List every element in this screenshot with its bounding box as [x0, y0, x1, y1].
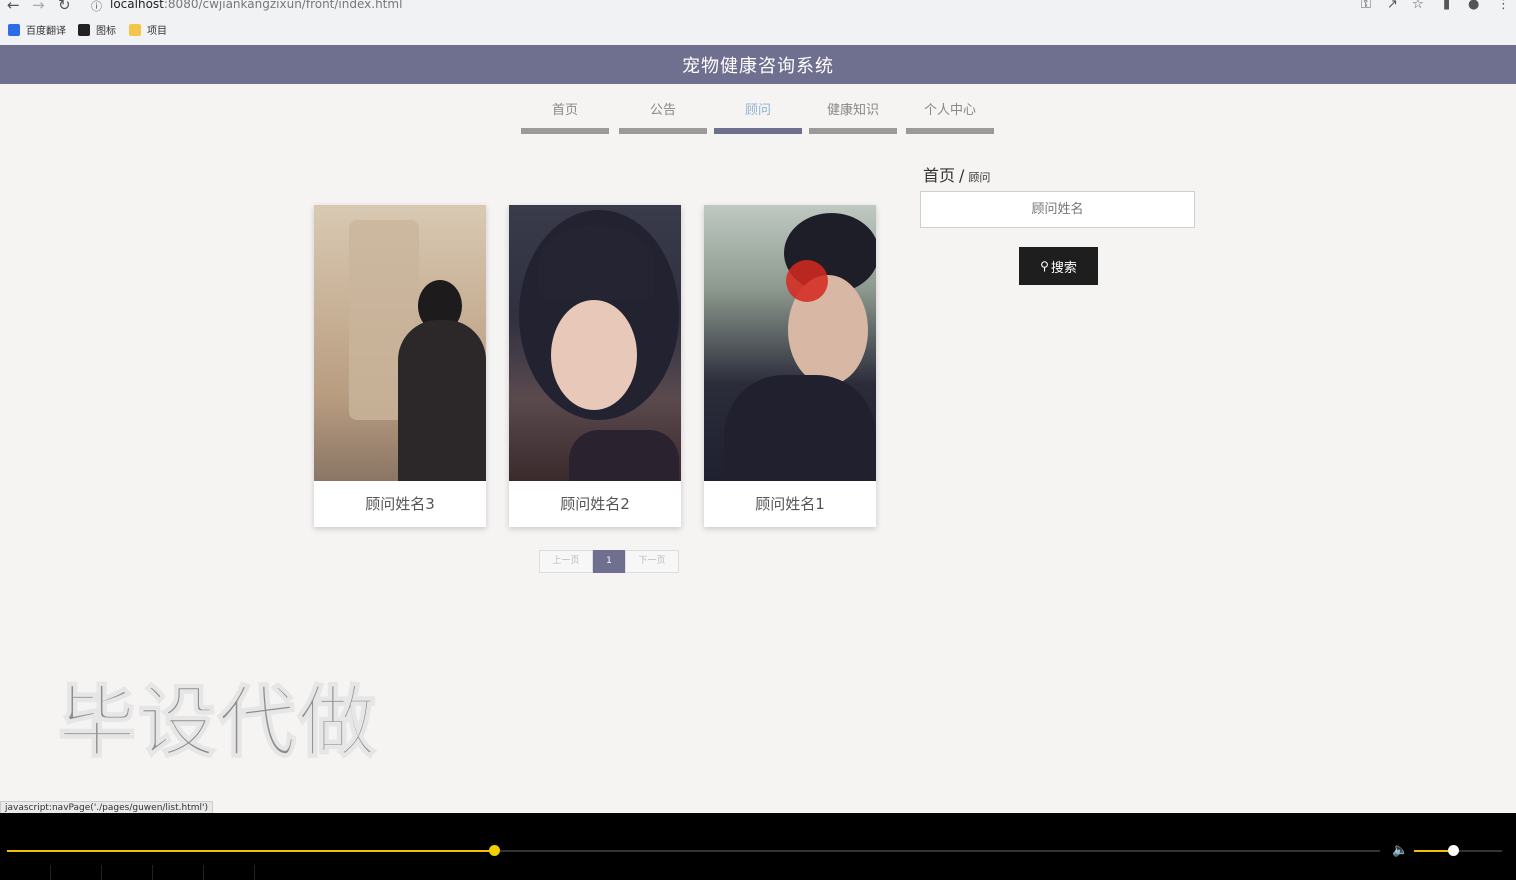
search-button[interactable]: ⚲ 搜索 [1019, 247, 1098, 285]
consultant-card[interactable]: 顾问姓名2 [509, 205, 681, 527]
back-icon[interactable]: ← [7, 0, 20, 14]
site-info-icon[interactable]: ⓘ [91, 0, 102, 14]
share-icon[interactable]: ↗ [1387, 0, 1398, 12]
bookmarks-bar: 百度翻译 图标 项目 [0, 20, 1516, 40]
cursor-highlight [786, 260, 828, 302]
nav-item-health[interactable]: 健康知识 [809, 100, 897, 134]
nav-underline [521, 128, 609, 134]
bookmark-label: 百度翻译 [26, 26, 66, 37]
pagination: 上一页 1 下一页 [539, 550, 679, 573]
menu-icon[interactable]: ⋮ [1497, 0, 1510, 12]
image-icon [78, 23, 90, 36]
control-button[interactable] [0, 865, 51, 880]
nav-underline [906, 128, 994, 134]
consultant-photo[interactable] [509, 205, 681, 481]
search-icon: ⚲ [1040, 259, 1049, 273]
reload-icon[interactable]: ↻ [58, 0, 71, 14]
control-button[interactable] [153, 865, 204, 880]
site-header: 宠物健康咨询系统 [0, 45, 1516, 84]
control-button[interactable] [102, 865, 153, 880]
consultant-card[interactable]: 顾问姓名1 [704, 205, 876, 527]
address-bar[interactable]: ← → ↻ ⓘ localhost:8080/cwjiankangzixun/f… [0, 0, 1516, 14]
seek-handle[interactable] [489, 845, 501, 856]
forward-icon[interactable]: → [32, 0, 45, 14]
consultant-card[interactable]: 顾问姓名3 [314, 205, 486, 527]
breadcrumb-separator: / [959, 166, 965, 185]
consultant-name[interactable]: 顾问姓名3 [314, 481, 486, 527]
profile-icon[interactable]: ● [1468, 0, 1479, 12]
consultant-name[interactable]: 顾问姓名2 [509, 481, 681, 527]
player-controls [0, 865, 1516, 880]
nav-item-home[interactable]: 首页 [521, 100, 609, 134]
site-title: 宠物健康咨询系统 [682, 55, 834, 77]
nav-underline [714, 128, 802, 134]
prev-page-button[interactable]: 上一页 [539, 550, 593, 573]
consultant-photo[interactable] [704, 205, 876, 481]
nav-label: 个人中心 [923, 103, 976, 118]
key-icon[interactable]: ⚿ [1361, 0, 1371, 12]
bookmark-translate[interactable]: 百度翻译 [8, 22, 66, 37]
breadcrumb-home[interactable]: 首页 [923, 166, 955, 185]
consultant-photo[interactable] [314, 205, 486, 481]
consultant-name[interactable]: 顾问姓名1 [704, 481, 876, 527]
volume-slider[interactable] [1414, 845, 1502, 856]
bookmark-label: 项目 [147, 26, 167, 37]
volume-handle[interactable] [1447, 845, 1459, 856]
breadcrumb-current: 顾问 [968, 171, 991, 184]
control-button[interactable] [204, 865, 255, 880]
nav-underline [619, 128, 707, 134]
main-nav: 首页 公告 顾问 健康知识 个人中心 [0, 100, 1516, 136]
watermark: 毕设代做 [57, 677, 379, 769]
url-text[interactable]: localhost:8080/cwjiankangzixun/front/ind… [110, 0, 402, 11]
folder-icon [129, 23, 141, 36]
breadcrumb: 首页 / 顾问 [923, 162, 990, 186]
nav-underline [809, 128, 897, 134]
url-host: localhost [110, 0, 164, 11]
search-input[interactable] [920, 191, 1195, 228]
next-page-button[interactable]: 下一页 [625, 550, 679, 573]
nav-label: 公告 [649, 103, 676, 118]
bookmark-icons[interactable]: 图标 [78, 22, 116, 37]
translate-icon [8, 23, 20, 36]
nav-item-consultant[interactable]: 顾问 [714, 100, 802, 134]
volume-icon[interactable]: 🔈 [1392, 843, 1408, 858]
seek-progress [7, 850, 495, 852]
search-button-label: 搜索 [1050, 259, 1077, 275]
control-button[interactable] [51, 865, 102, 880]
nav-item-profile[interactable]: 个人中心 [906, 100, 994, 134]
bookmark-project[interactable]: 项目 [129, 22, 167, 37]
nav-item-notice[interactable]: 公告 [619, 100, 707, 134]
seek-bar[interactable] [7, 845, 1380, 856]
current-page-button[interactable]: 1 [593, 550, 625, 573]
volume-level [1414, 850, 1453, 852]
nav-label: 健康知识 [826, 103, 879, 118]
nav-label: 首页 [551, 103, 578, 118]
video-player: 🔈 [0, 813, 1516, 880]
sidebar-icon[interactable]: ▮ [1443, 0, 1450, 12]
browser-chrome: ← → ↻ ⓘ localhost:8080/cwjiankangzixun/f… [0, 0, 1516, 45]
url-path: :8080/cwjiankangzixun/front/index.html [163, 0, 403, 11]
star-icon[interactable]: ☆ [1412, 0, 1424, 12]
bookmark-label: 图标 [96, 26, 116, 37]
nav-label: 顾问 [744, 103, 771, 118]
